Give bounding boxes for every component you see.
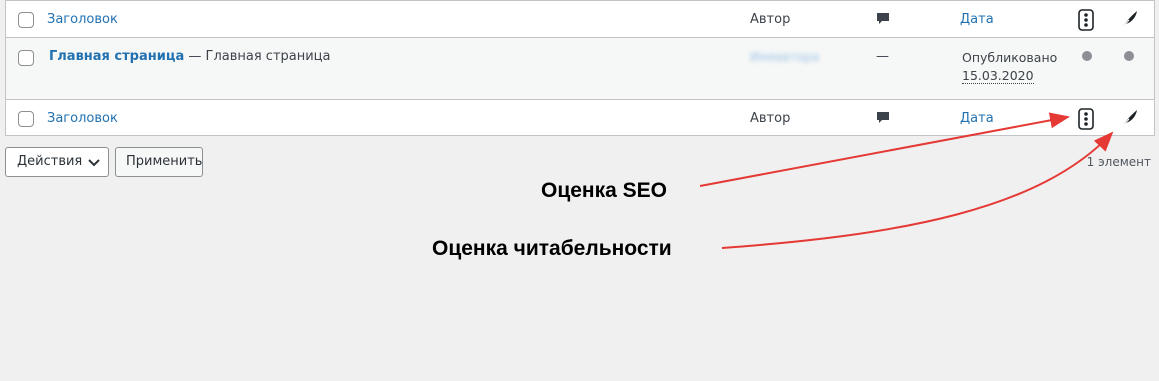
date-column-sort-link[interactable]: Дата xyxy=(960,12,994,27)
post-state: — Главная страница xyxy=(184,49,331,64)
item-count: 1 элемент xyxy=(1086,155,1151,169)
readability-annotation-arrow xyxy=(721,131,1114,249)
seo-score-annotation: Оценка SEO xyxy=(541,179,667,202)
comment-icon[interactable] xyxy=(876,111,890,126)
post-date-status: Опубликовано xyxy=(962,50,1058,65)
title-column-sort-link-footer[interactable]: Заголовок xyxy=(47,111,118,126)
table-row: Главная страница — Главная страница Имяа… xyxy=(6,38,1154,99)
seo-score-icon[interactable] xyxy=(1078,108,1094,130)
readability-feather-icon[interactable] xyxy=(1120,109,1138,128)
table-header-row: Заголовок Автор Дата xyxy=(6,1,1154,38)
select-all-checkbox[interactable] xyxy=(18,12,34,28)
bulk-actions-select[interactable]: Действия xyxy=(5,147,109,177)
seo-score-dot xyxy=(1082,51,1092,61)
post-date-value: 15.03.2020 xyxy=(962,68,1034,84)
readability-feather-icon[interactable] xyxy=(1120,10,1138,29)
apply-button[interactable]: Применить xyxy=(115,147,203,177)
date-column-sort-link-footer[interactable]: Дата xyxy=(960,111,994,126)
post-title: Главная страница — Главная страница xyxy=(49,49,331,64)
table-footer-row: Заголовок Автор Дата xyxy=(6,99,1154,136)
posts-table: Заголовок Автор Дата Главная страница — … xyxy=(5,0,1155,136)
author-column-footer: Автор xyxy=(750,111,791,126)
post-comments: — xyxy=(876,49,889,64)
seo-score-icon[interactable] xyxy=(1078,9,1094,31)
bulk-actions-selected-value: Действия xyxy=(17,154,83,169)
chevron-down-icon xyxy=(88,157,100,172)
readability-score-dot xyxy=(1124,51,1134,61)
comment-icon[interactable] xyxy=(876,12,890,27)
readability-score-annotation: Оценка читабельности xyxy=(432,237,672,260)
title-column-sort-link[interactable]: Заголовок xyxy=(47,12,118,27)
author-column-header: Автор xyxy=(750,12,791,27)
select-all-checkbox-footer[interactable] xyxy=(18,111,34,127)
post-title-link[interactable]: Главная страница xyxy=(49,49,184,64)
post-author-link[interactable]: Имяавтора xyxy=(750,50,819,64)
row-checkbox[interactable] xyxy=(18,50,34,66)
